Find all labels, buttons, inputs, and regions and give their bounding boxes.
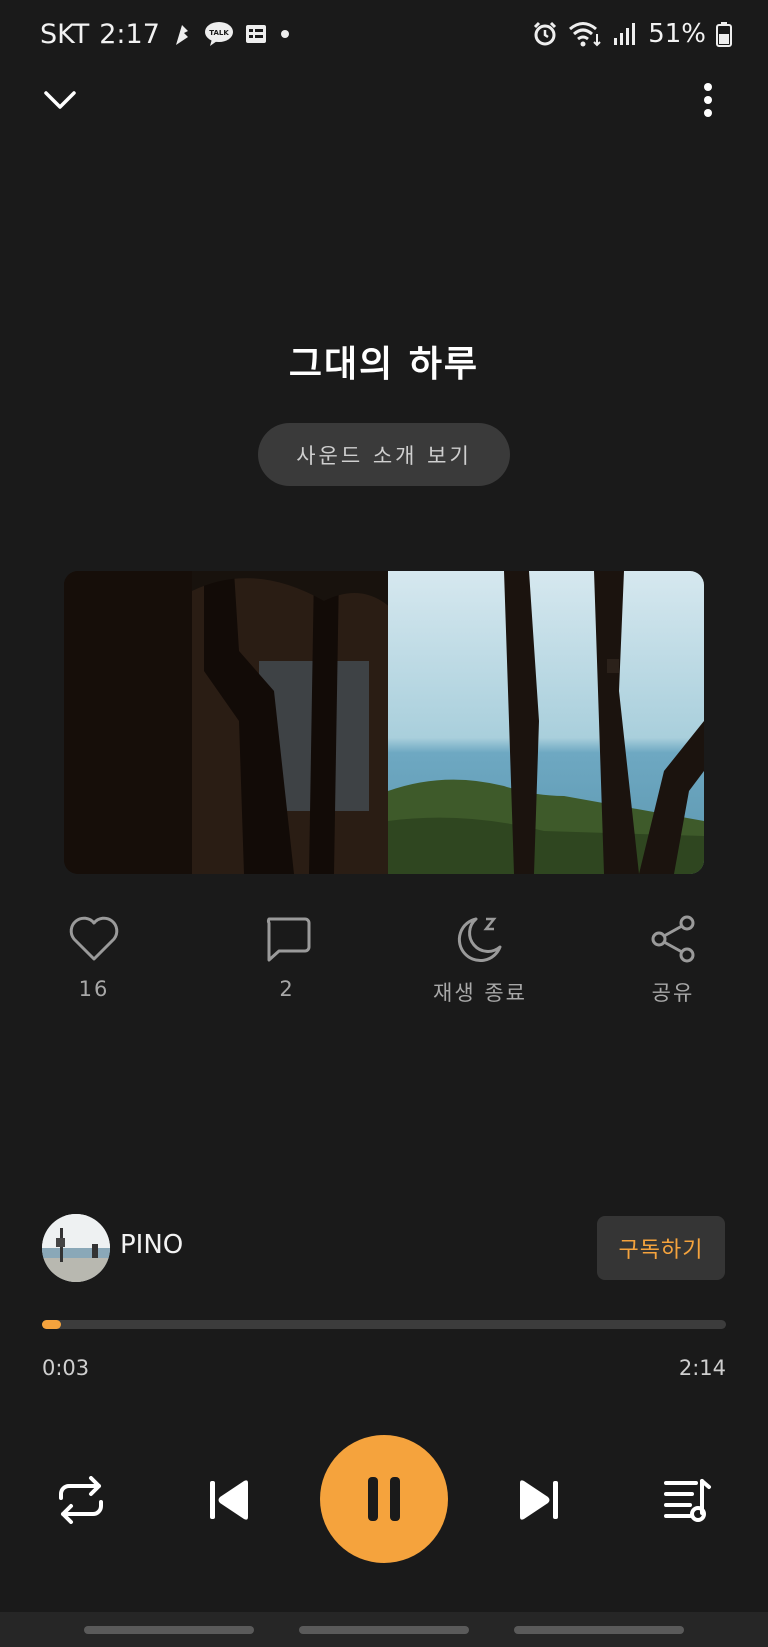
artist-name[interactable]: PINO [120, 1230, 183, 1260]
sleep-timer-action[interactable]: 재생 종료 [405, 915, 555, 1007]
track-title: 그대의 하루 [288, 344, 480, 385]
nav-back-button[interactable] [514, 1626, 684, 1634]
playlist-button[interactable] [656, 1469, 718, 1531]
nav-home-button[interactable] [299, 1626, 469, 1634]
chevron-down-icon [44, 91, 76, 109]
status-bar-right: 51% [532, 14, 732, 54]
collapse-player-button[interactable] [32, 72, 88, 128]
pause-button[interactable] [320, 1435, 448, 1563]
album-artwork [64, 571, 704, 874]
notification-app-icon [170, 21, 194, 47]
skip-next-icon [520, 1480, 558, 1520]
more-options-button[interactable] [680, 72, 736, 128]
battery-percent: 51% [648, 19, 706, 49]
repeat-button[interactable] [50, 1469, 112, 1531]
status-bar-left: SKT 2:17 TALK [40, 14, 292, 54]
comment-action[interactable]: 2 [212, 915, 362, 1001]
sound-intro-button[interactable]: 사운드 소개 보기 [258, 423, 510, 486]
share-label: 공유 [651, 981, 695, 1005]
more-notifications-dot-icon [278, 27, 292, 41]
heart-icon [69, 916, 119, 961]
clock: 2:17 [99, 18, 160, 50]
total-time: 2:14 [678, 1356, 726, 1380]
share-action[interactable]: 공유 [598, 915, 748, 1007]
current-time: 0:03 [42, 1356, 90, 1380]
subscribe-button[interactable]: 구독하기 [597, 1216, 725, 1280]
skip-previous-icon [210, 1480, 248, 1520]
playlist-icon [664, 1479, 711, 1522]
pause-icon [368, 1477, 400, 1521]
nav-recents-button[interactable] [84, 1626, 254, 1634]
like-action[interactable]: 16 [19, 915, 169, 1001]
previous-button[interactable] [198, 1469, 260, 1531]
like-count: 16 [78, 977, 110, 1001]
moon-sleep-icon [457, 917, 502, 963]
more-vertical-icon [704, 83, 712, 117]
list-app-icon [244, 22, 268, 46]
comment-icon [266, 917, 311, 962]
sleep-timer-label: 재생 종료 [433, 981, 527, 1005]
battery-icon [716, 21, 732, 47]
share-icon [651, 915, 695, 963]
progress-track[interactable] [42, 1320, 726, 1329]
progress-fill [42, 1320, 61, 1329]
talk-icon-text: TALK [209, 29, 229, 37]
wifi-icon [568, 20, 602, 48]
kakaotalk-icon: TALK [204, 21, 234, 47]
next-button[interactable] [508, 1469, 570, 1531]
signal-icon [612, 22, 638, 46]
carrier-label: SKT [40, 18, 90, 50]
repeat-icon [59, 1476, 103, 1524]
artist-avatar[interactable] [42, 1214, 110, 1282]
comment-count: 2 [279, 977, 295, 1001]
alarm-icon [532, 21, 558, 47]
